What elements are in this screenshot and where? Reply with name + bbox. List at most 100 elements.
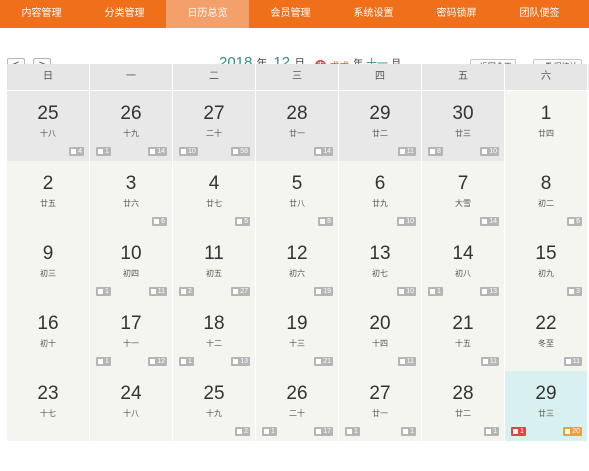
day-number: 25 [203,383,225,404]
nav-item[interactable]: 会员管理 [249,0,332,28]
calendar-day[interactable]: 1 廿四 [505,91,588,161]
count-badge[interactable]: 6 [567,217,582,226]
count-badge[interactable]: 1 [179,357,194,366]
count-badge[interactable]: 17 [314,427,333,436]
count-badge[interactable]: 10 [397,217,416,226]
count-badge[interactable]: 1 [511,427,526,436]
nav-item[interactable]: 密码锁屏 [415,0,498,28]
calendar-day[interactable]: 21 十五 11 [422,301,505,371]
count-badge[interactable]: 14 [148,147,167,156]
count-badge[interactable]: 13 [231,357,250,366]
day-number: 12 [286,243,308,264]
calendar-day[interactable]: 25 十九 2 [173,371,256,441]
nav-item[interactable]: 团队便签 [498,0,581,28]
badge-count: 1 [105,148,109,155]
nav-item[interactable]: 内容管理 [0,0,83,28]
count-badge[interactable]: 4 [69,147,84,156]
nav-item[interactable]: 日历总览 [166,0,249,28]
badge-count: 1 [105,288,109,295]
count-badge[interactable]: 1 [345,427,360,436]
count-badge[interactable]: 10 [397,287,416,296]
calendar-day[interactable]: 14 初八 1 13 [422,231,505,301]
badge-count: 1 [188,358,192,365]
count-badge[interactable]: 14 [480,217,499,226]
count-badge[interactable]: 2 [179,287,194,296]
calendar-day[interactable]: 15 初九 3 [505,231,588,301]
count-badge[interactable]: 1 [262,427,277,436]
calendar-day[interactable]: 12 初六 19 [256,231,339,301]
count-badge[interactable]: 5 [235,217,250,226]
calendar-day[interactable]: 27 二十 10 58 [173,91,256,161]
count-badge[interactable]: 10 [480,147,499,156]
weekday-label: 六 [505,64,588,90]
calendar-day[interactable]: 26 二十 1 17 [256,371,339,441]
note-icon [399,289,405,294]
count-badge[interactable]: 11 [563,357,582,366]
calendar-day[interactable]: 17 十一 1 12 [90,301,173,371]
calendar-day[interactable]: 23 十七 [7,371,90,441]
day-badges: 1 14 [96,147,167,156]
calendar-day[interactable]: 8 初二 6 [505,161,588,231]
count-badge[interactable]: 6 [152,217,167,226]
count-badge[interactable]: 1 [96,287,111,296]
calendar-day[interactable]: 28 廿一 14 [256,91,339,161]
calendar-day[interactable]: 10 初四 1 11 [90,231,173,301]
calendar-day[interactable]: 9 初三 [7,231,90,301]
day-badges: 4 [69,147,84,156]
count-badge[interactable]: 3 [567,287,582,296]
nav-item[interactable]: 分类管理 [83,0,166,28]
count-badge[interactable]: 58 [231,147,250,156]
calendar-day[interactable]: 28 廿二 1 [422,371,505,441]
count-badge[interactable]: 10 [179,147,198,156]
calendar-day[interactable]: 3 廿六 6 [90,161,173,231]
count-badge[interactable]: 2 [235,427,250,436]
note-icon [565,429,571,434]
nav-item[interactable]: 系统设置 [332,0,415,28]
calendar-day[interactable]: 26 十九 1 14 [90,91,173,161]
calendar-day[interactable]: 6 廿九 10 [339,161,422,231]
calendar-day[interactable]: 18 十二 1 13 [173,301,256,371]
calendar-day[interactable]: 22 冬至 11 [505,301,588,371]
weekday-label: 五 [422,64,505,90]
count-badge[interactable]: 27 [231,287,250,296]
count-badge[interactable]: 1 [484,427,499,436]
count-badge[interactable]: 14 [314,147,333,156]
lunar-date: 初七 [372,269,388,278]
count-badge[interactable]: 11 [480,357,499,366]
badge-count: 6 [161,218,165,225]
count-badge[interactable]: 21 [314,357,333,366]
calendar-day[interactable]: 2 廿五 [7,161,90,231]
count-badge[interactable]: 20 [563,427,582,436]
badge-count: 8 [437,148,441,155]
calendar-day[interactable]: 7 大雪 14 [422,161,505,231]
day-number: 26 [286,383,308,404]
calendar-day[interactable]: 19 十三 21 [256,301,339,371]
calendar-day-today[interactable]: 29 廿三 1 20 [505,371,588,441]
count-badge[interactable]: 11 [397,357,416,366]
calendar-day[interactable]: 13 初七 10 [339,231,422,301]
calendar-day[interactable]: 4 廿七 5 [173,161,256,231]
lunar-date: 大雪 [455,199,471,208]
count-badge[interactable]: 19 [314,287,333,296]
count-badge[interactable]: 13 [480,287,499,296]
count-badge[interactable]: 12 [148,357,167,366]
count-badge[interactable]: 11 [397,147,416,156]
count-badge[interactable]: 1 [428,287,443,296]
count-badge[interactable]: 11 [148,287,167,296]
count-badge[interactable]: 8 [428,147,443,156]
calendar-day[interactable]: 11 初五 2 27 [173,231,256,301]
calendar-day[interactable]: 5 廿八 8 [256,161,339,231]
day-number: 23 [37,383,59,404]
calendar-day[interactable]: 20 十四 11 [339,301,422,371]
calendar-day[interactable]: 27 廿一 1 1 [339,371,422,441]
day-number: 29 [369,103,391,124]
calendar-day[interactable]: 24 十八 [90,371,173,441]
calendar-day[interactable]: 30 廿三 8 10 [422,91,505,161]
calendar-day[interactable]: 16 初十 [7,301,90,371]
calendar-day[interactable]: 29 廿二 11 [339,91,422,161]
count-badge[interactable]: 1 [96,357,111,366]
count-badge[interactable]: 1 [96,147,111,156]
count-badge[interactable]: 8 [318,217,333,226]
calendar-day[interactable]: 25 十八 4 [7,91,90,161]
count-badge[interactable]: 1 [401,427,416,436]
